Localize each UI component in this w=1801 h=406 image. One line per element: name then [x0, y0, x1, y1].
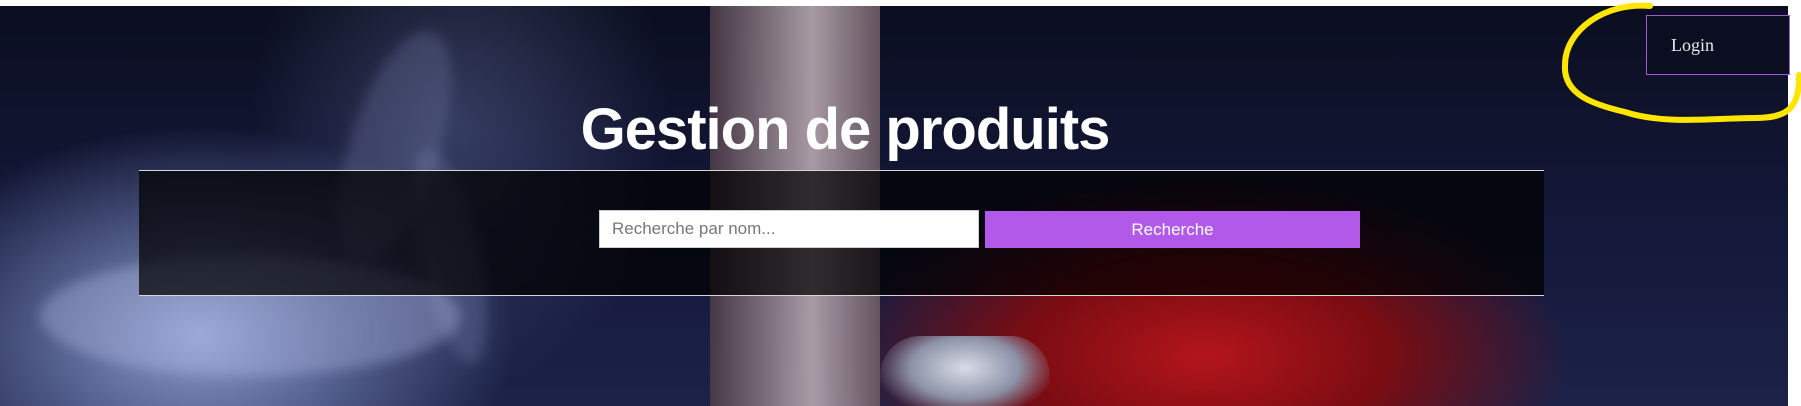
- background-glass: [880, 336, 1050, 406]
- search-bar: Recherche: [139, 170, 1544, 296]
- login-button[interactable]: Login: [1646, 15, 1790, 75]
- page-title: Gestion de produits: [580, 97, 1111, 162]
- search-input[interactable]: [599, 210, 979, 248]
- search-button[interactable]: Recherche: [985, 211, 1360, 248]
